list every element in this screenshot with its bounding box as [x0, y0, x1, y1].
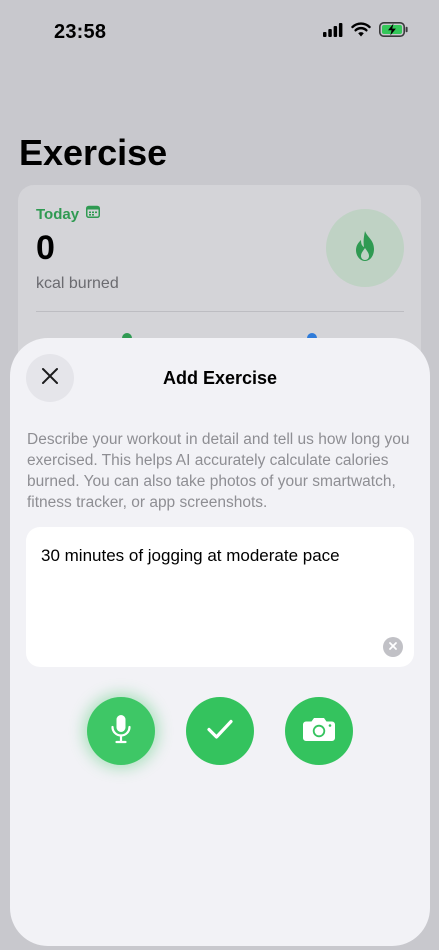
flame-badge: [326, 209, 404, 287]
microphone-icon: [110, 714, 132, 749]
camera-icon: [302, 716, 336, 747]
clear-text-button[interactable]: [383, 637, 403, 657]
workout-description-input[interactable]: 30 minutes of jogging at moderate pace: [26, 527, 414, 667]
add-exercise-sheet: Add Exercise Describe your workout in de…: [10, 338, 430, 946]
sheet-title: Add Exercise: [162, 368, 278, 388]
today-label: Today: [36, 205, 80, 223]
camera-button[interactable]: [285, 697, 353, 765]
kcal-label: kcal burned: [36, 275, 119, 292]
kcal-value: 0: [36, 229, 55, 267]
flame-icon: [352, 230, 378, 267]
status-time: 23:58: [54, 21, 107, 43]
checkmark-icon: [206, 718, 234, 745]
status-icons: [323, 22, 409, 37]
submit-button[interactable]: [186, 697, 254, 765]
card-divider: [36, 311, 404, 312]
cellular-signal-icon: [323, 22, 343, 37]
status-bar: 23:58: [0, 0, 439, 64]
calendar-icon: [86, 205, 101, 223]
voice-input-button[interactable]: [87, 697, 155, 765]
today-row: Today: [36, 205, 101, 223]
instructions-text: Describe your workout in detail and tell…: [27, 431, 410, 511]
wifi-icon: [351, 22, 371, 37]
page-title: Exercise: [19, 132, 168, 173]
workout-description-value: 30 minutes of jogging at moderate pace: [41, 546, 340, 565]
clear-icon: [388, 638, 398, 656]
battery-charging-icon: [379, 22, 409, 37]
